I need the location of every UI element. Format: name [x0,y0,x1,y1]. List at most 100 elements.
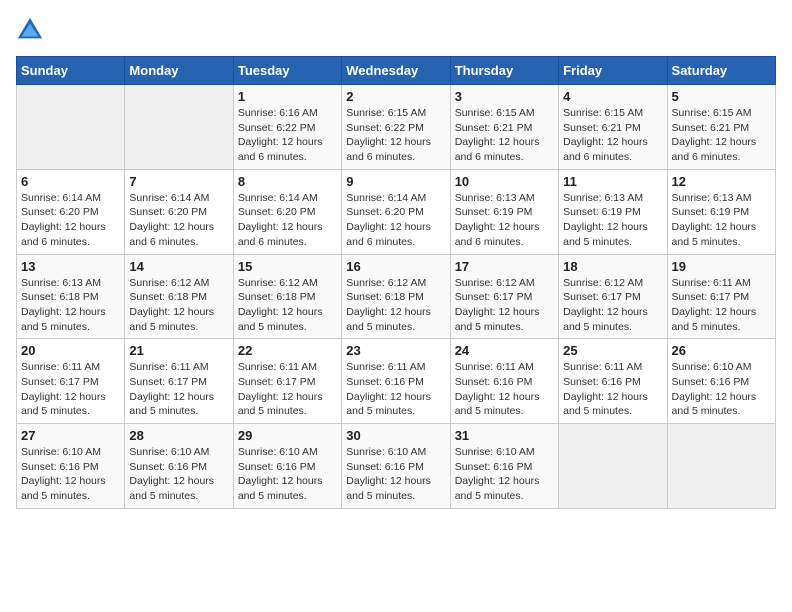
page-header [16,16,776,44]
calendar-cell: 18Sunrise: 6:12 AM Sunset: 6:17 PM Dayli… [559,254,667,339]
calendar-cell: 25 Sunrise: 6:11 AM Sunset: 6:16 PM Dayli… [559,339,667,424]
calendar-cell: 16Sunrise: 6:12 AM Sunset: 6:18 PM Dayli… [342,254,450,339]
logo [16,16,48,44]
calendar-cell: 23 Sunrise: 6:11 AM Sunset: 6:16 PM Dayli… [342,339,450,424]
week-row-5: 27 Sunrise: 6:10 AM Sunset: 6:16 PM Dayli… [17,424,776,509]
calendar-cell: 17 Sunrise: 6:12 AM Sunset: 6:17 PM Dayli… [450,254,558,339]
calendar-cell: 3 Sunrise: 6:15 AM Sunset: 6:21 PM Daylig… [450,85,558,170]
week-row-4: 20 Sunrise: 6:11 AM Sunset: 6:17 PM Dayli… [17,339,776,424]
calendar-cell: 12 Sunrise: 6:13 AM Sunset: 6:19 PM Dayli… [667,169,775,254]
day-info: Sunrise: 6:13 AM Sunset: 6:19 PM Dayligh… [672,191,771,250]
day-info: Sunrise: 6:12 AM Sunset: 6:18 PM Dayligh… [346,276,445,335]
day-info: Sunrise: 6:11 AM Sunset: 6:16 PM Dayligh… [455,360,554,419]
day-info: Sunrise: 6:15 AM Sunset: 6:21 PM Dayligh… [455,106,554,165]
day-info: Sunrise: 6:11 AM Sunset: 6:17 PM Dayligh… [238,360,337,419]
calendar-cell: 28 Sunrise: 6:10 AM Sunset: 6:16 PM Dayli… [125,424,233,509]
day-info: Sunrise: 6:10 AM Sunset: 6:16 PM Dayligh… [129,445,228,504]
header-row: SundayMondayTuesdayWednesdayThursdayFrid… [17,57,776,85]
day-info: Sunrise: 6:10 AM Sunset: 6:16 PM Dayligh… [455,445,554,504]
header-friday: Friday [559,57,667,85]
calendar-cell: 5Sunrise: 6:15 AM Sunset: 6:21 PM Daylig… [667,85,775,170]
day-info: Sunrise: 6:10 AM Sunset: 6:16 PM Dayligh… [672,360,771,419]
day-info: Sunrise: 6:14 AM Sunset: 6:20 PM Dayligh… [346,191,445,250]
day-info: Sunrise: 6:13 AM Sunset: 6:19 PM Dayligh… [563,191,662,250]
calendar-cell: 10Sunrise: 6:13 AM Sunset: 6:19 PM Dayli… [450,169,558,254]
calendar-header: SundayMondayTuesdayWednesdayThursdayFrid… [17,57,776,85]
day-number: 21 [129,343,228,358]
header-tuesday: Tuesday [233,57,341,85]
calendar-cell: 7Sunrise: 6:14 AM Sunset: 6:20 PM Daylig… [125,169,233,254]
day-number: 22 [238,343,337,358]
day-info: Sunrise: 6:10 AM Sunset: 6:16 PM Dayligh… [346,445,445,504]
calendar-cell [667,424,775,509]
day-number: 23 [346,343,445,358]
day-number: 20 [21,343,120,358]
calendar-cell: 30 Sunrise: 6:10 AM Sunset: 6:16 PM Dayli… [342,424,450,509]
day-number: 24 [455,343,554,358]
day-number: 1 [238,89,337,104]
calendar-table: SundayMondayTuesdayWednesdayThursdayFrid… [16,56,776,509]
calendar-cell: 19 Sunrise: 6:11 AM Sunset: 6:17 PM Dayli… [667,254,775,339]
calendar-cell: 22 Sunrise: 6:11 AM Sunset: 6:17 PM Dayli… [233,339,341,424]
day-info: Sunrise: 6:13 AM Sunset: 6:18 PM Dayligh… [21,276,120,335]
day-info: Sunrise: 6:11 AM Sunset: 6:17 PM Dayligh… [129,360,228,419]
calendar-cell: 21 Sunrise: 6:11 AM Sunset: 6:17 PM Dayli… [125,339,233,424]
day-number: 19 [672,259,771,274]
calendar-body: 1 Sunrise: 6:16 AM Sunset: 6:22 PM Daylig… [17,85,776,509]
day-number: 13 [21,259,120,274]
calendar-cell: 15 Sunrise: 6:12 AM Sunset: 6:18 PM Dayli… [233,254,341,339]
day-info: Sunrise: 6:15 AM Sunset: 6:22 PM Dayligh… [346,106,445,165]
day-info: Sunrise: 6:12 AM Sunset: 6:18 PM Dayligh… [129,276,228,335]
calendar-cell: 6 Sunrise: 6:14 AM Sunset: 6:20 PM Daylig… [17,169,125,254]
day-number: 14 [129,259,228,274]
day-number: 10 [455,174,554,189]
day-info: Sunrise: 6:11 AM Sunset: 6:17 PM Dayligh… [21,360,120,419]
day-info: Sunrise: 6:12 AM Sunset: 6:18 PM Dayligh… [238,276,337,335]
day-number: 9 [346,174,445,189]
day-info: Sunrise: 6:14 AM Sunset: 6:20 PM Dayligh… [129,191,228,250]
day-number: 11 [563,174,662,189]
day-number: 17 [455,259,554,274]
day-number: 6 [21,174,120,189]
calendar-cell: 26 Sunrise: 6:10 AM Sunset: 6:16 PM Dayli… [667,339,775,424]
calendar-cell: 13 Sunrise: 6:13 AM Sunset: 6:18 PM Dayli… [17,254,125,339]
day-number: 31 [455,428,554,443]
day-info: Sunrise: 6:16 AM Sunset: 6:22 PM Dayligh… [238,106,337,165]
day-info: Sunrise: 6:14 AM Sunset: 6:20 PM Dayligh… [21,191,120,250]
day-number: 15 [238,259,337,274]
calendar-cell: 14 Sunrise: 6:12 AM Sunset: 6:18 PM Dayli… [125,254,233,339]
day-info: Sunrise: 6:11 AM Sunset: 6:17 PM Dayligh… [672,276,771,335]
day-info: Sunrise: 6:15 AM Sunset: 6:21 PM Dayligh… [563,106,662,165]
header-thursday: Thursday [450,57,558,85]
calendar-cell: 8Sunrise: 6:14 AM Sunset: 6:20 PM Daylig… [233,169,341,254]
calendar-cell [17,85,125,170]
day-number: 30 [346,428,445,443]
day-number: 29 [238,428,337,443]
day-info: Sunrise: 6:10 AM Sunset: 6:16 PM Dayligh… [21,445,120,504]
calendar-cell: 27 Sunrise: 6:10 AM Sunset: 6:16 PM Dayli… [17,424,125,509]
day-number: 3 [455,89,554,104]
day-number: 27 [21,428,120,443]
calendar-cell: 2 Sunrise: 6:15 AM Sunset: 6:22 PM Daylig… [342,85,450,170]
logo-icon [16,16,44,44]
day-info: Sunrise: 6:11 AM Sunset: 6:16 PM Dayligh… [346,360,445,419]
calendar-cell: 11 Sunrise: 6:13 AM Sunset: 6:19 PM Dayli… [559,169,667,254]
calendar-cell: 31 Sunrise: 6:10 AM Sunset: 6:16 PM Dayli… [450,424,558,509]
week-row-2: 6 Sunrise: 6:14 AM Sunset: 6:20 PM Daylig… [17,169,776,254]
day-number: 28 [129,428,228,443]
day-info: Sunrise: 6:12 AM Sunset: 6:17 PM Dayligh… [455,276,554,335]
day-number: 12 [672,174,771,189]
calendar-cell [125,85,233,170]
day-number: 4 [563,89,662,104]
day-number: 8 [238,174,337,189]
day-number: 26 [672,343,771,358]
calendar-cell: 9 Sunrise: 6:14 AM Sunset: 6:20 PM Daylig… [342,169,450,254]
day-number: 25 [563,343,662,358]
day-info: Sunrise: 6:11 AM Sunset: 6:16 PM Dayligh… [563,360,662,419]
day-number: 2 [346,89,445,104]
calendar-cell [559,424,667,509]
week-row-1: 1 Sunrise: 6:16 AM Sunset: 6:22 PM Daylig… [17,85,776,170]
day-info: Sunrise: 6:15 AM Sunset: 6:21 PM Dayligh… [672,106,771,165]
calendar-cell: 20 Sunrise: 6:11 AM Sunset: 6:17 PM Dayli… [17,339,125,424]
header-sunday: Sunday [17,57,125,85]
